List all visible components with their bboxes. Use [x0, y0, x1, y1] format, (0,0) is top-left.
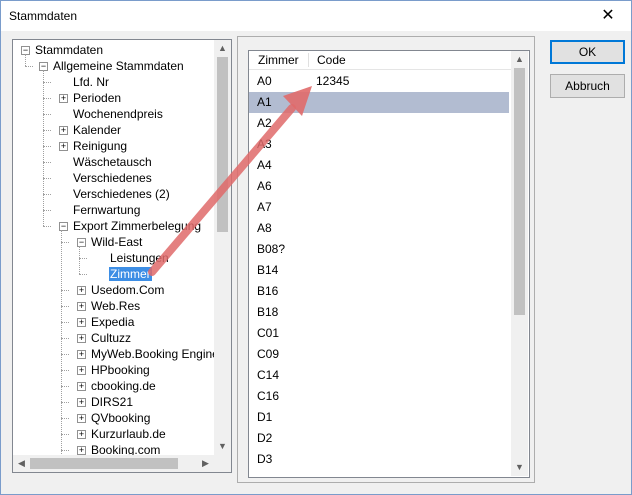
annotation-arrow-icon: [148, 86, 312, 276]
